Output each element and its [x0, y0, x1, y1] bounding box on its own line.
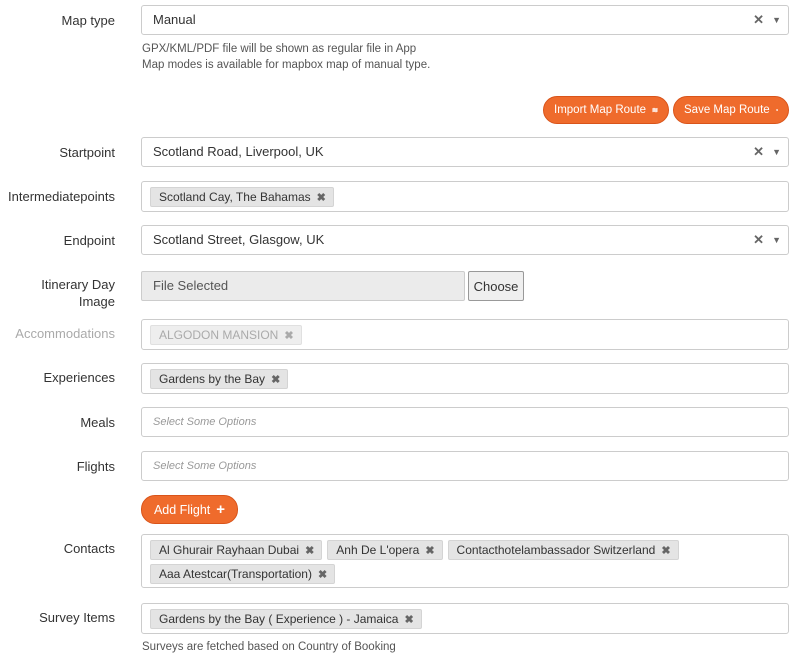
map-icon [652, 107, 658, 113]
selected-chip: ALGODON MANSION ✖ [150, 325, 302, 345]
chip-label: Contacthotelambassador Switzerland [456, 543, 656, 557]
remove-chip-icon: ✖ [284, 329, 294, 342]
chip-label: ALGODON MANSION [159, 328, 279, 342]
survey-items-multiselect[interactable]: Gardens by the Bay ( Experience ) - Jama… [141, 603, 789, 634]
chevron-down-icon[interactable]: ▼ [772, 226, 781, 254]
experiences-label: Experiences [43, 370, 115, 385]
startpoint-value: Scotland Road, Liverpool, UK [153, 144, 324, 159]
map-type-label: Map type [61, 13, 115, 28]
add-flight-button[interactable]: Add Flight + [141, 495, 238, 524]
itinerary-image-label-1: Itinerary Day [41, 277, 115, 292]
endpoint-select[interactable]: Scotland Street, Glasgow, UK ✕ ▼ [141, 225, 789, 255]
chip-label: Aaa Atestcar(Transportation) [159, 567, 312, 581]
remove-chip-icon[interactable]: ✖ [425, 544, 434, 557]
intermediatepoints-label: Intermediatepoints [8, 189, 115, 204]
chip-label: Gardens by the Bay ( Experience ) - Jama… [159, 612, 399, 626]
contacts-multiselect[interactable]: Al Ghurair Rayhaan Dubai ✖ Anh De L'opera… [141, 534, 789, 588]
accommodations-label: Accommodations [15, 326, 115, 341]
flights-label: Flights [76, 459, 115, 474]
clear-icon[interactable]: ✕ [753, 138, 764, 166]
selected-chip: Anh De L'opera ✖ [327, 540, 443, 560]
map-type-help-2: Map modes is available for mapbox map of… [142, 59, 431, 71]
chevron-down-icon[interactable]: ▼ [772, 6, 781, 34]
experiences-multiselect[interactable]: Gardens by the Bay ✖ [141, 363, 789, 394]
startpoint-label: Startpoint [59, 145, 115, 160]
selected-chip: Scotland Cay, The Bahamas ✖ [150, 187, 334, 207]
import-map-route-label: Import Map Route [554, 104, 647, 116]
accommodations-multiselect: ALGODON MANSION ✖ [141, 319, 789, 350]
meals-label: Meals [80, 415, 115, 430]
endpoint-value: Scotland Street, Glasgow, UK [153, 232, 325, 247]
flights-placeholder: Select Some Options [153, 460, 257, 472]
itinerary-image-label-2: Image [78, 294, 115, 309]
clear-icon[interactable]: ✕ [753, 226, 764, 254]
add-flight-label: Add Flight [153, 502, 211, 517]
remove-chip-icon[interactable]: ✖ [317, 191, 326, 204]
map-icon [775, 109, 778, 111]
map-type-select[interactable]: Manual ✕ ▼ [141, 5, 789, 35]
survey-help-text: Surveys are fetched based on Country of … [142, 641, 396, 653]
selected-chip: Contacthotelambassador Switzerland ✖ [447, 540, 679, 560]
import-map-route-button[interactable]: Import Map Route [543, 96, 669, 124]
save-map-route-label: Save Map Route [684, 104, 770, 116]
chevron-down-icon[interactable]: ▼ [772, 138, 781, 166]
intermediatepoints-multiselect[interactable]: Scotland Cay, The Bahamas ✖ [141, 181, 789, 212]
chip-label: Anh De L'opera [336, 543, 420, 557]
startpoint-select[interactable]: Scotland Road, Liverpool, UK ✕ ▼ [141, 137, 789, 167]
remove-chip-icon[interactable]: ✖ [661, 544, 670, 557]
remove-chip-icon[interactable]: ✖ [404, 613, 413, 626]
save-map-route-button[interactable]: Save Map Route [673, 96, 789, 124]
selected-chip: Gardens by the Bay ( Experience ) - Jama… [150, 609, 422, 629]
remove-chip-icon[interactable]: ✖ [318, 568, 327, 581]
meals-multiselect[interactable]: Select Some Options [141, 407, 789, 437]
map-type-help-1: GPX/KML/PDF file will be shown as regula… [142, 43, 417, 55]
chip-label: Al Ghurair Rayhaan Dubai [159, 543, 300, 557]
flights-multiselect[interactable]: Select Some Options [141, 451, 789, 481]
plus-icon: + [216, 501, 226, 518]
survey-items-label: Survey Items [39, 610, 115, 625]
endpoint-label: Endpoint [63, 233, 115, 248]
selected-chip: Aaa Atestcar(Transportation) ✖ [150, 564, 336, 584]
clear-icon[interactable]: ✕ [753, 6, 764, 34]
file-name-display: File Selected [141, 271, 465, 301]
chip-label: Scotland Cay, The Bahamas [159, 190, 311, 204]
contacts-label: Contacts [63, 541, 115, 556]
choose-file-button[interactable]: Choose [468, 271, 524, 301]
meals-placeholder: Select Some Options [153, 416, 257, 428]
selected-chip: Al Ghurair Rayhaan Dubai ✖ [150, 540, 323, 560]
selected-chip: Gardens by the Bay ✖ [150, 369, 289, 389]
remove-chip-icon[interactable]: ✖ [271, 373, 280, 386]
chip-label: Gardens by the Bay [159, 372, 266, 386]
remove-chip-icon[interactable]: ✖ [305, 544, 314, 557]
map-type-value: Manual [153, 12, 196, 27]
